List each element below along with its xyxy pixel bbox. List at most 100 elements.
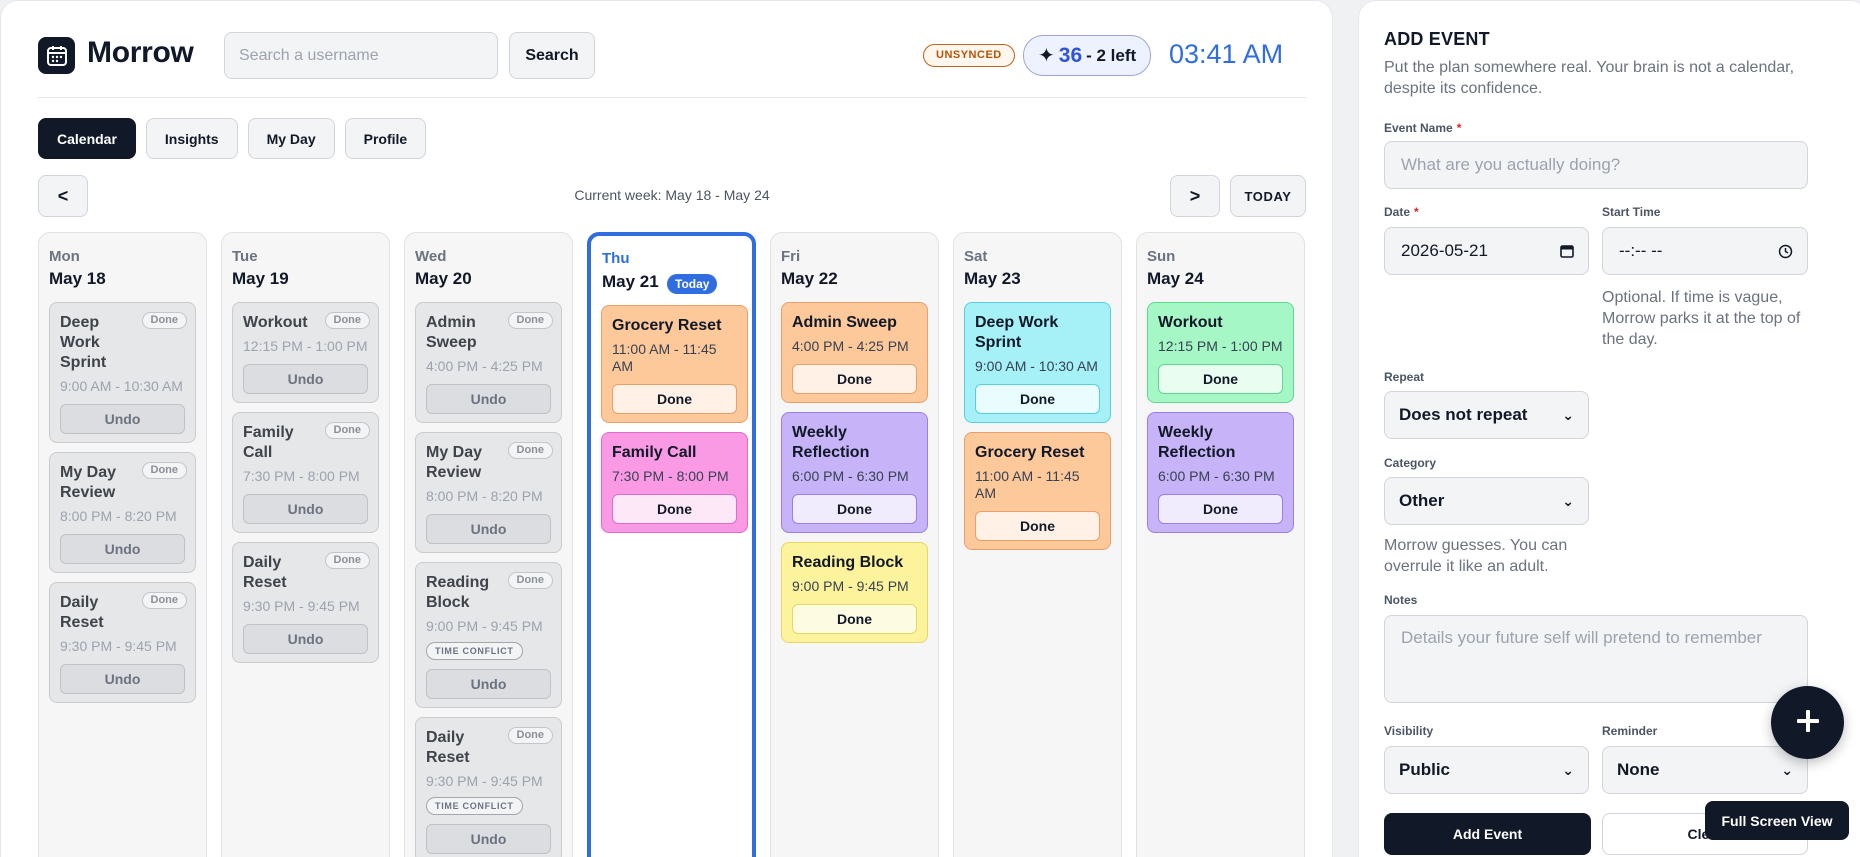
repeat-label: Repeat [1384, 370, 1425, 384]
event-card[interactable]: Deep Work Sprint 9:00 AM - 10:30 AM Done [964, 302, 1111, 423]
event-card[interactable]: Workout 12:15 PM - 1:00 PM Done [1147, 302, 1294, 403]
done-button[interactable]: Done [612, 384, 737, 414]
event-time: 4:00 PM - 4:25 PM [792, 338, 909, 354]
reminder-select[interactable]: None ⌄ [1602, 746, 1808, 794]
day-column-sun: Sun May 24 Workout 12:15 PM - 1:00 PM Done We… [1136, 232, 1305, 857]
tab-my-day[interactable]: My Day [247, 118, 335, 159]
done-button[interactable]: Done [612, 494, 737, 524]
tab-calendar[interactable]: Calendar [38, 118, 136, 159]
date-label: Date * [1384, 205, 1419, 219]
undo-button[interactable]: Undo [426, 669, 551, 699]
undo-button[interactable]: Undo [426, 384, 551, 414]
category-label: Category [1384, 456, 1437, 470]
next-week-button[interactable]: > [1170, 175, 1220, 217]
undo-button[interactable]: Undo [243, 494, 368, 524]
event-title: Grocery Reset [612, 317, 722, 334]
tab-insights[interactable]: Insights [145, 118, 238, 159]
chevron-down-icon: ⌄ [1562, 493, 1574, 509]
username-search-input[interactable] [224, 32, 498, 79]
day-date: May 21 [602, 272, 659, 291]
undo-button[interactable]: Undo [60, 534, 185, 564]
day-column-thu: Thu May 21 Today Grocery Reset 11:00 AM - 11… [587, 232, 756, 857]
done-button[interactable]: Done [975, 384, 1100, 414]
event-card[interactable]: Done Daily Reset 9:30 PM - 9:45 PM Undo [232, 542, 379, 663]
done-button[interactable]: Done [975, 511, 1100, 541]
event-time: 4:00 PM - 4:25 PM [426, 358, 543, 374]
event-card[interactable]: Family Call 7:30 PM - 8:00 PM Done [601, 432, 748, 533]
required-mark: * [1456, 121, 1462, 135]
visibility-value: Public [1399, 760, 1451, 779]
event-title: Admin Sweep [792, 314, 897, 331]
undo-button[interactable]: Undo [426, 514, 551, 544]
event-time: 11:00 AM - 11:45 AM [612, 341, 717, 374]
day-name: Fri [781, 248, 801, 265]
visibility-label: Visibility [1384, 724, 1434, 738]
clock-icon [1778, 228, 1793, 277]
category-select[interactable]: Other ⌄ [1384, 477, 1589, 525]
event-list: Admin Sweep 4:00 PM - 4:25 PM Done Weekly R… [781, 302, 928, 643]
plus-icon [1795, 708, 1821, 737]
done-button[interactable]: Done [1158, 364, 1283, 394]
calendar-picker-icon [1560, 228, 1574, 276]
event-card[interactable]: Admin Sweep 4:00 PM - 4:25 PM Done [781, 302, 928, 403]
notes-textarea[interactable] [1384, 615, 1808, 703]
event-card[interactable]: Done Family Call 7:30 PM - 8:00 PM Undo [232, 412, 379, 533]
event-card[interactable]: Done Deep Work Sprint 9:00 AM - 10:30 AM Un… [49, 302, 196, 443]
time-conflict-badge: TIME CONFLICT [426, 797, 523, 815]
event-card[interactable]: Done Daily Reset 9:30 PM - 9:45 PM Undo [49, 582, 196, 703]
day-date: May 24 [1147, 269, 1204, 288]
event-card[interactable]: Done My Day Review 8:00 PM - 8:20 PM Undo [415, 432, 562, 553]
event-card[interactable]: Weekly Reflection 6:00 PM - 6:30 PM Done [781, 412, 928, 533]
event-list: Done Admin Sweep 4:00 PM - 4:25 PM Undo Done… [415, 302, 562, 857]
event-card[interactable]: Weekly Reflection 6:00 PM - 6:30 PM Done [1147, 412, 1294, 533]
tab-profile[interactable]: Profile [344, 118, 427, 159]
undo-button[interactable]: Undo [60, 404, 185, 434]
event-title: Grocery Reset [975, 444, 1085, 461]
day-date: May 23 [964, 269, 1021, 288]
event-card[interactable]: Reading Block 9:00 PM - 9:45 PM Done [781, 542, 928, 643]
event-card[interactable]: Done My Day Review 8:00 PM - 8:20 PM Undo [49, 452, 196, 573]
undo-button[interactable]: Undo [243, 624, 368, 654]
undo-button[interactable]: Undo [243, 364, 368, 394]
chevron-down-icon: ⌄ [1562, 762, 1574, 778]
quick-add-button[interactable] [1771, 686, 1844, 759]
event-list: Done Deep Work Sprint 9:00 AM - 10:30 AM Un… [49, 302, 196, 703]
add-event-button[interactable]: Add Event [1384, 813, 1591, 855]
event-card[interactable]: Grocery Reset 11:00 AM - 11:45 AM Done [964, 432, 1111, 550]
repeat-select[interactable]: Does not repeat ⌄ [1384, 391, 1589, 439]
event-card[interactable]: Done Daily Reset 9:30 PM - 9:45 PM TIME CON… [415, 717, 562, 857]
search-button[interactable]: Search [509, 32, 595, 79]
main-tabs: Calendar Insights My Day Profile [38, 118, 427, 159]
streak-count: 36 [1058, 43, 1083, 67]
event-card[interactable]: Grocery Reset 11:00 AM - 11:45 AM Done [601, 305, 748, 423]
done-button[interactable]: Done [792, 364, 917, 394]
day-date: May 22 [781, 269, 838, 288]
done-button[interactable]: Done [1158, 494, 1283, 524]
day-column-wed: Wed May 20 Done Admin Sweep 4:00 PM - 4:25 P… [404, 232, 573, 857]
today-badge: Today [667, 274, 718, 294]
undo-button[interactable]: Undo [60, 664, 185, 694]
required-mark: * [1414, 205, 1419, 219]
event-card[interactable]: Done Workout 12:15 PM - 1:00 PM Undo [232, 302, 379, 403]
done-badge: Done [507, 572, 553, 589]
done-button[interactable]: Done [792, 604, 917, 634]
event-card[interactable]: Done Reading Block 9:00 PM - 9:45 PM TIME C… [415, 562, 562, 708]
category-hint: Morrow guesses. You can overrule it like… [1384, 537, 1568, 575]
done-button[interactable]: Done [792, 494, 917, 524]
day-name: Thu [602, 250, 630, 267]
today-button[interactable]: TODAY [1230, 175, 1306, 217]
event-card[interactable]: Done Admin Sweep 4:00 PM - 4:25 PM Undo [415, 302, 562, 423]
previous-week-button[interactable]: < [38, 175, 88, 217]
week-navigation: Current week: May 18 - May 24 < > TODAY [38, 175, 1306, 217]
event-name-input[interactable] [1384, 141, 1808, 189]
day-column-fri: Fri May 22 Admin Sweep 4:00 PM - 4:25 PM Don… [770, 232, 939, 857]
day-name: Tue [232, 248, 258, 265]
visibility-select[interactable]: Public ⌄ [1384, 746, 1589, 794]
undo-button[interactable]: Undo [426, 824, 551, 854]
done-badge: Done [141, 462, 187, 479]
top-bar: Morrow Search UNSYNCED ✦ 36 - 2 left 03:… [38, 31, 1306, 81]
full-screen-view-button[interactable]: Full Screen View [1705, 801, 1849, 840]
date-input[interactable]: 2026-05-21 [1384, 227, 1589, 275]
done-badge: Done [507, 727, 553, 744]
start-time-input[interactable]: --:-- -- [1602, 227, 1808, 275]
